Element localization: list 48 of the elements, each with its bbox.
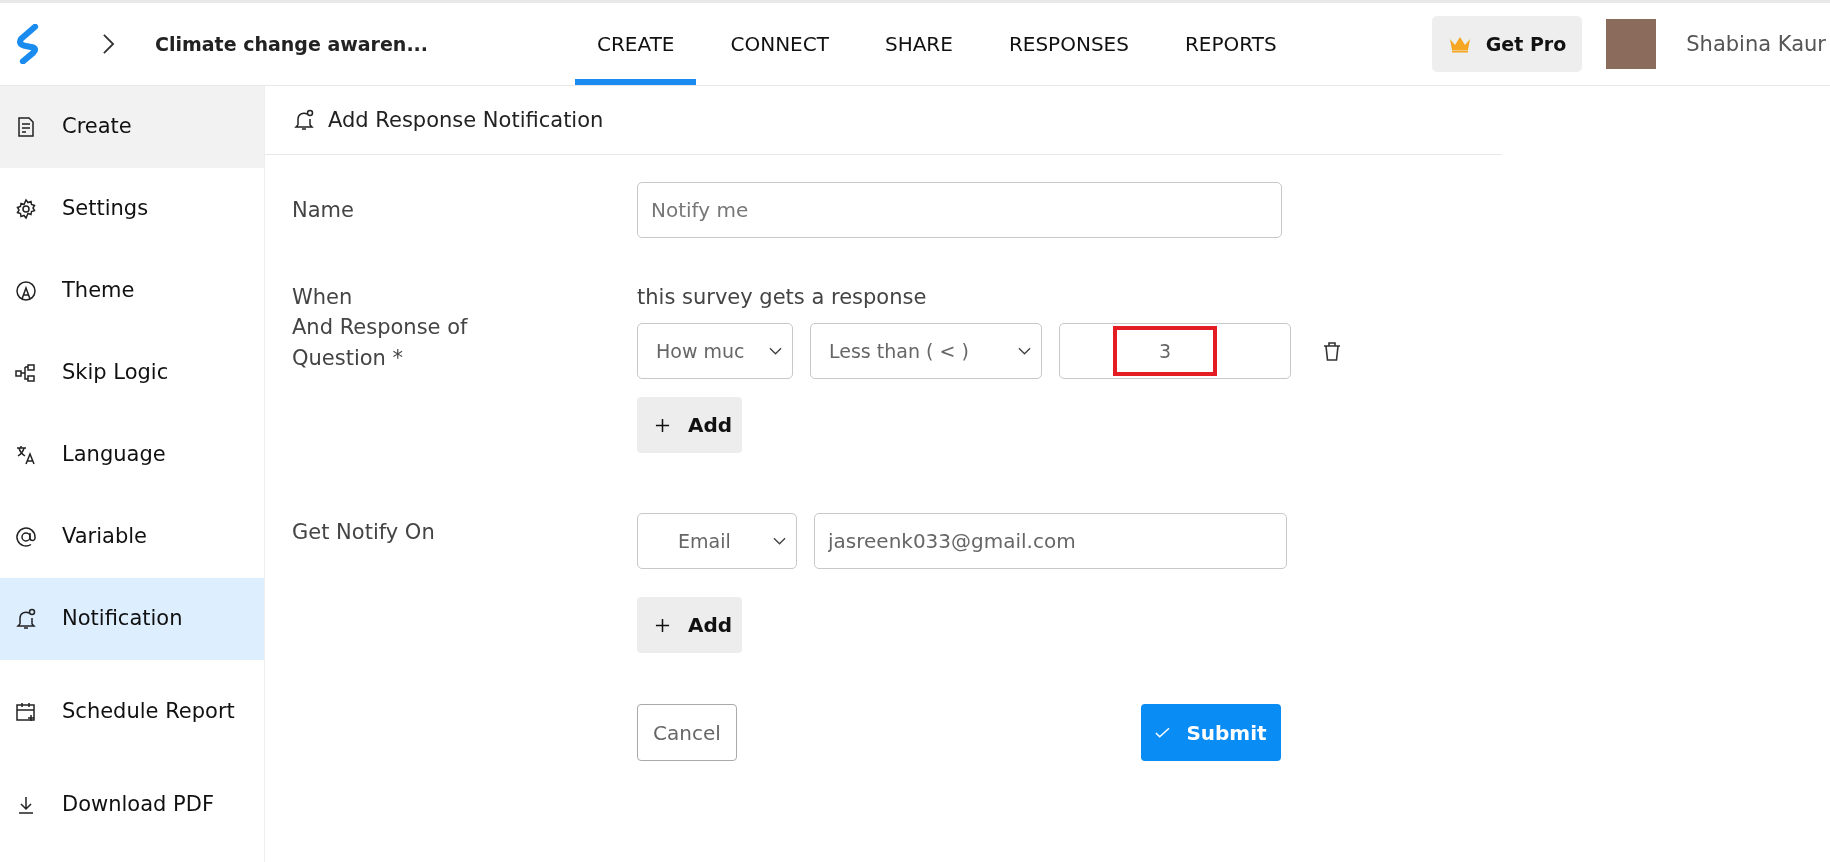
calendar-icon [14, 700, 38, 724]
sidebar-item[interactable]: Theme [0, 250, 264, 332]
nav-tab[interactable]: RESPONSES [986, 3, 1151, 85]
chevron-down-icon [773, 537, 786, 546]
chevron-right-icon[interactable] [102, 33, 115, 55]
crown-icon [1447, 35, 1472, 53]
chevron-down-icon [769, 347, 782, 356]
chevron-down-icon [1018, 347, 1031, 356]
nav-tab[interactable]: CONNECT [708, 3, 851, 85]
user-name[interactable]: Shabina Kaur [1686, 32, 1826, 56]
nav-tab[interactable]: SHARE [862, 3, 975, 85]
add-channel-button[interactable]: Add [637, 597, 742, 654]
plus-icon [655, 617, 670, 633]
translate-icon [14, 443, 38, 467]
trigger-text: this survey gets a response [637, 284, 928, 311]
sidebar-item[interactable]: Notification [0, 578, 264, 660]
cancel-button[interactable]: Cancel [637, 704, 737, 762]
bell-icon [14, 607, 38, 631]
sidebar-item[interactable]: Download PDF [0, 764, 264, 846]
value-input-field[interactable]: 3 [1059, 323, 1291, 380]
plus-icon [655, 417, 670, 433]
at-sign-icon [14, 525, 38, 549]
field-label: When [292, 284, 354, 311]
add-condition-button[interactable]: Add [637, 397, 742, 454]
operator-dropdown[interactable]: Less than ( < ) [810, 323, 1042, 380]
nav-tab[interactable]: CREATE [575, 3, 697, 85]
checkmark-icon [1155, 726, 1171, 739]
sidebar-item[interactable]: Variable [0, 496, 264, 578]
settings-icon [14, 197, 38, 221]
email-input-field[interactable]: jasreenk033@gmail.com [814, 513, 1287, 570]
bell-icon [292, 108, 316, 132]
field-label: And Response of Question * [292, 314, 469, 372]
survey-title: Climate change awaren... [155, 33, 430, 55]
sidebar-item[interactable]: Create [0, 86, 264, 168]
sidebar-item[interactable]: Skip Logic [0, 332, 264, 414]
field-label: Get Notify On [292, 519, 436, 547]
sidebar-item[interactable]: Schedule Report [0, 660, 264, 764]
sidebar-item[interactable]: Settings [0, 168, 264, 250]
palette-icon [14, 279, 38, 303]
get-pro-button[interactable]: Get Pro [1431, 16, 1583, 72]
flowchart-icon [14, 361, 38, 385]
nav-tab[interactable]: REPORTS [1162, 3, 1299, 85]
field-label: Name [292, 196, 355, 224]
sidebar-item[interactable]: Language [0, 414, 264, 496]
panel-title: Add Response Notification [328, 108, 604, 132]
question-dropdown[interactable]: How muc [637, 323, 793, 380]
channel-dropdown[interactable]: Email [637, 513, 797, 570]
name-input-field[interactable]: Notify me [637, 182, 1282, 238]
